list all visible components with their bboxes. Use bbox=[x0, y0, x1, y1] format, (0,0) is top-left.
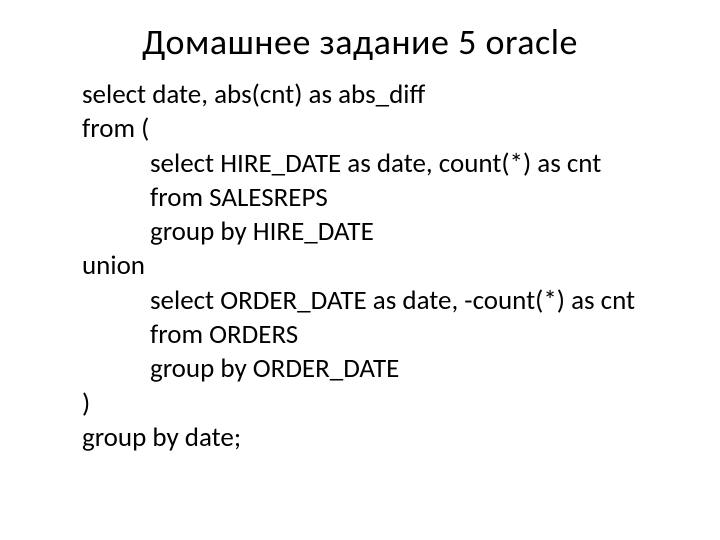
code-line: select date, abs(cnt) as abs_diff bbox=[82, 78, 690, 112]
code-line: group by ORDER_DATE bbox=[82, 352, 690, 386]
code-line: from ( bbox=[82, 112, 690, 146]
code-line: select ORDER_DATE as date, -count(*) as … bbox=[82, 284, 690, 318]
code-line: union bbox=[82, 249, 690, 283]
code-line: group by HIRE_DATE bbox=[82, 215, 690, 249]
code-line: select HIRE_DATE as date, count(*) as cn… bbox=[82, 147, 690, 181]
code-line: ) bbox=[82, 387, 690, 421]
code-line: from ORDERS bbox=[82, 318, 690, 352]
slide-title: Домашнее задание 5 oracle bbox=[0, 20, 720, 64]
code-line: from SALESREPS bbox=[82, 181, 690, 215]
code-line: group by date; bbox=[82, 421, 690, 455]
sql-code-block: select date, abs(cnt) as abs_diff from (… bbox=[0, 78, 720, 455]
